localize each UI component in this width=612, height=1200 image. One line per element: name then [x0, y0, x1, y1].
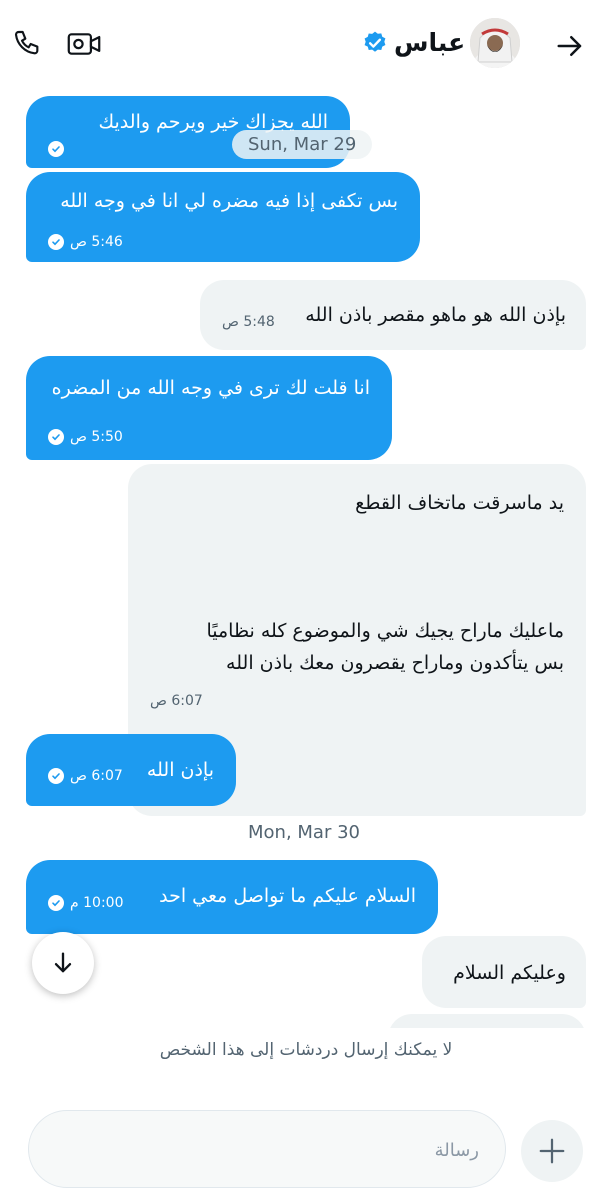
message-input[interactable]: [57, 1133, 481, 1167]
message-bubble[interactable]: بس تكفى إذا فيه مضره لي انا في وجه الله …: [26, 172, 420, 262]
verified-badge: [362, 30, 388, 60]
message-text: بإذن الله هو ماهو مقصر باذن الله: [305, 304, 566, 326]
message-composer[interactable]: [28, 1110, 506, 1188]
message-bubble[interactable]: انا قلت لك ترى في وجه الله من المضره 5:5…: [26, 356, 392, 460]
message-time: 5:46 ص: [70, 234, 123, 250]
message-meta: [48, 141, 64, 157]
message-bubble[interactable]: وعليكم السلام: [422, 936, 586, 1008]
cannot-message-notice: لا يمكنك إرسال دردشات إلى هذا الشخص: [159, 1040, 453, 1060]
message-bubble[interactable]: [388, 1014, 586, 1028]
message-text: انا قلت لك ترى في وجه الله من المضره: [51, 377, 370, 399]
contact-name[interactable]: عباس: [394, 28, 465, 57]
message-time: 5:50 ص: [70, 429, 123, 445]
date-separator: Mon, Mar 30: [248, 822, 360, 843]
message-meta: 5:48 ص: [222, 307, 275, 337]
add-attachment-button[interactable]: [521, 1120, 583, 1182]
message-time: 5:48 ص: [222, 314, 275, 330]
video-call-button[interactable]: [64, 24, 104, 64]
avatar[interactable]: [470, 18, 520, 68]
sent-check-icon: [48, 895, 64, 911]
chat-header: عباس: [0, 0, 612, 88]
plus-icon: [539, 1138, 565, 1164]
message-time: 6:07 ص: [70, 768, 123, 784]
message-meta: 5:46 ص: [48, 227, 123, 257]
video-camera-icon: [67, 33, 101, 55]
arrow-down-icon: [54, 952, 72, 973]
avatar-image: [470, 18, 520, 68]
sent-check-icon: [48, 768, 64, 784]
message-bubble[interactable]: بإذن الله هو ماهو مقصر باذن الله 5:48 ص: [200, 280, 586, 350]
message-time: 6:07 ص: [150, 693, 203, 709]
message-text: وعليكم السلام: [453, 962, 566, 984]
sent-check-icon: [48, 429, 64, 445]
message-time: 10:00 م: [70, 895, 124, 911]
phone-icon: [14, 30, 39, 55]
message-list[interactable]: الله يجزاك خير ويرحم والديك Sun, Mar 29 …: [0, 88, 612, 1028]
message-meta: 6:07 ص: [150, 686, 203, 716]
back-arrow-icon: [557, 36, 582, 56]
phone-button[interactable]: [8, 24, 48, 64]
message-meta: 6:07 ص: [48, 761, 123, 791]
message-text: بس تكفى إذا فيه مضره لي انا في وجه الله: [60, 190, 398, 212]
scroll-to-bottom-button[interactable]: [32, 932, 94, 994]
verified-badge-icon: [364, 31, 386, 52]
message-text: بإذن الله: [146, 759, 214, 781]
message-text-line: يد ماسرقت ماتخاف القطع: [355, 492, 564, 514]
sent-check-icon: [48, 141, 64, 157]
back-button[interactable]: [550, 26, 590, 66]
message-meta: 10:00 م: [48, 888, 123, 918]
date-pill: Sun, Mar 29: [232, 130, 373, 159]
message-meta: 5:50 ص: [48, 422, 123, 452]
message-text-line: ماعليك ماراح يجيك شي والموضوع كله نظاميً…: [206, 620, 564, 642]
message-bubble[interactable]: بإذن الله 6:07 ص: [26, 734, 236, 806]
message-text-line: بس يتأكدون وماراح يقصرون معك باذن الله: [226, 652, 564, 674]
message-text: السلام عليكم ما تواصل معي احد: [159, 885, 416, 907]
message-bubble[interactable]: السلام عليكم ما تواصل معي احد 10:00 م: [26, 860, 438, 934]
sent-check-icon: [48, 234, 64, 250]
